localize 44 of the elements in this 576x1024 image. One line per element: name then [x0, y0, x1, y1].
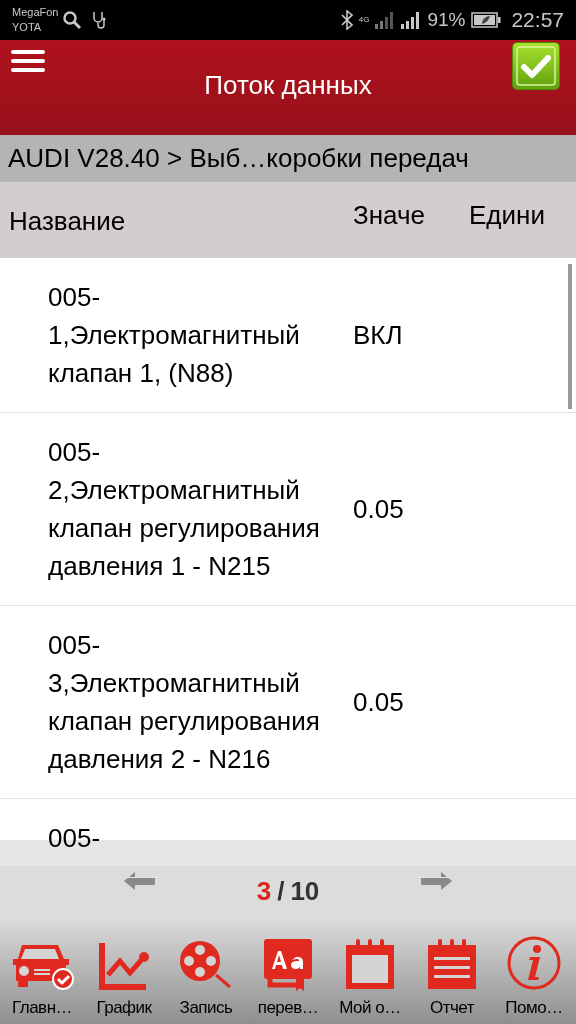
signal-icon: [401, 11, 422, 29]
toolbar-button[interactable]: перев…: [248, 936, 328, 1020]
toolbar-button[interactable]: Мой о…: [330, 936, 410, 1020]
network-label: 4G: [358, 16, 370, 24]
signal-icon: [375, 11, 396, 29]
breadcrumb-path: AUDI V28.40 > Выб…коробки передач: [8, 142, 469, 175]
calendar-icon: [344, 936, 396, 991]
carrier-name: MegaFon: [12, 5, 59, 20]
toolbar-button[interactable]: Запись: [166, 938, 246, 1020]
search-icon: [62, 10, 83, 30]
arrow-left-icon: [122, 870, 156, 892]
column-header: Название: [8, 205, 127, 238]
dictionary-icon: [262, 936, 314, 991]
film-reel-icon: [178, 938, 234, 991]
arrow-right-icon: [420, 870, 454, 892]
toolbar-button[interactable]: Отчет: [412, 936, 492, 1020]
parameter-name: 005-2,Электромагнитный клапан регулирования давления 1 - N215: [47, 436, 321, 583]
confirm-button[interactable]: [512, 42, 560, 90]
parameter-name: 005-1,Электромагнитный клапан 1, (N88): [47, 281, 301, 390]
bluetooth-icon: [340, 10, 353, 30]
parameter-value: 0.05: [352, 685, 404, 719]
parameter-value: 0.05: [352, 492, 404, 526]
scrollbar[interactable]: [568, 264, 572, 409]
carrier-name: YOTA: [12, 20, 43, 35]
screen-title: Поток данных: [204, 69, 372, 102]
parameter-value: ВКЛ: [352, 318, 403, 352]
battery-percent: 91%: [427, 7, 466, 32]
parameter-name: 005-3,Электромагнитный клапан регулирования давления 2 - N216: [47, 629, 321, 776]
column-header: Значе: [352, 199, 426, 232]
toolbar-button[interactable]: Главн…: [2, 938, 82, 1020]
battery-icon: [471, 12, 502, 28]
toolbar-button[interactable]: Помо…: [494, 934, 574, 1020]
clock-time: 22:57: [511, 7, 564, 34]
page-separator: /: [277, 875, 285, 908]
info-icon: [506, 934, 562, 991]
previous-page-button[interactable]: [122, 870, 156, 892]
parameter-name: 005-: [47, 822, 102, 855]
column-header: Едини: [468, 199, 546, 232]
checkmark-icon: [516, 46, 556, 86]
notepad-icon: [426, 936, 478, 991]
current-page: 3: [256, 875, 272, 908]
next-page-button[interactable]: [420, 870, 454, 892]
page-total: 10: [290, 875, 320, 908]
toolbar-button[interactable]: График: [84, 938, 164, 1020]
